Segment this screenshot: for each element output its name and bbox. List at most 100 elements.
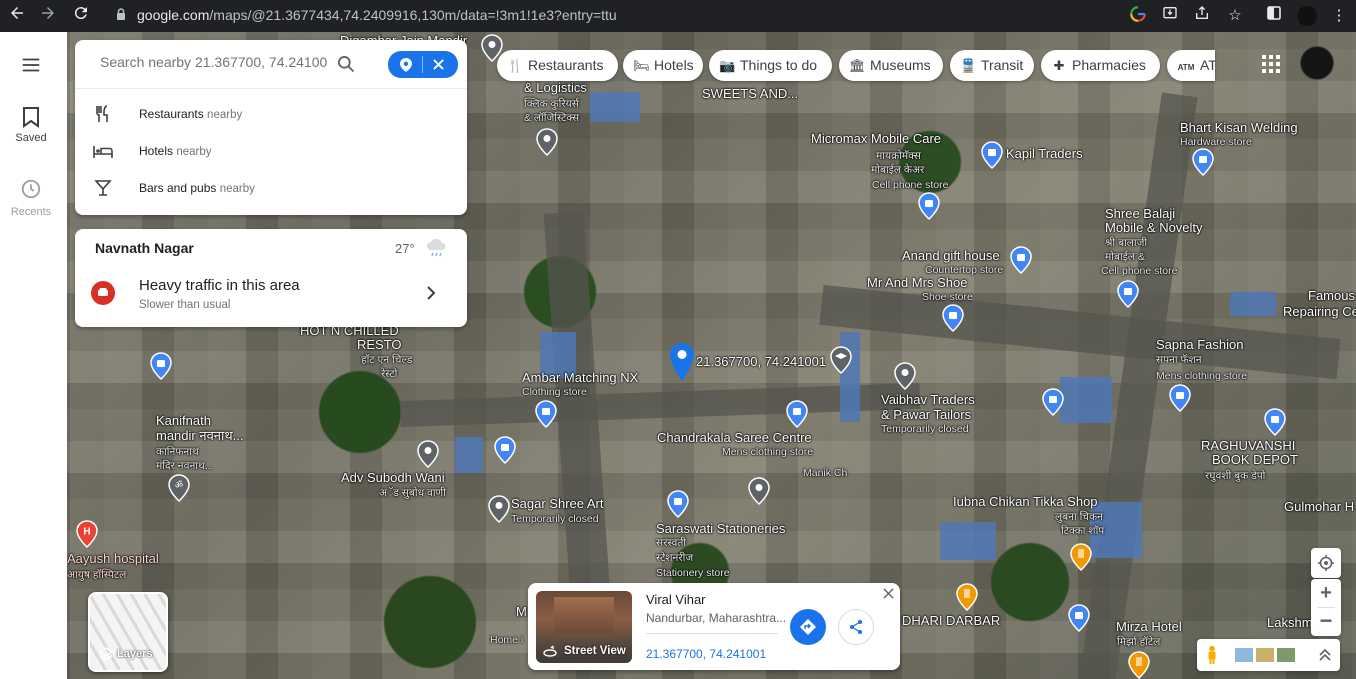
place-label[interactable]: Micromax Mobile Care — [811, 132, 941, 146]
search-icon[interactable] — [336, 54, 356, 74]
close-icon[interactable] — [883, 588, 894, 599]
place-label[interactable]: Saraswati Stationeries — [656, 522, 785, 536]
place-label[interactable]: Kanifnath — [156, 414, 211, 428]
back-arrow-icon[interactable] — [5, 4, 29, 28]
place-label[interactable]: RESTO — [357, 338, 402, 352]
zoom-out-button[interactable]: − — [1311, 608, 1341, 636]
browser-menu-icon[interactable]: ⋮ — [1328, 5, 1350, 27]
restaurant-pin-icon[interactable] — [1070, 543, 1092, 571]
temple-pin-icon[interactable]: ॐ — [168, 474, 190, 502]
shopping-pin-icon[interactable] — [1068, 604, 1090, 632]
shopping-pin-icon[interactable] — [1010, 246, 1032, 274]
place-label[interactable]: Lakshm — [1267, 616, 1313, 630]
place-label[interactable]: Manik Ch — [803, 466, 847, 480]
place-label[interactable]: Anand gift house — [902, 249, 1000, 263]
chip-pharmacies[interactable]: ✚ Pharmacies — [1041, 50, 1160, 81]
shopping-pin-icon[interactable] — [1117, 280, 1139, 308]
shopping-pin-icon[interactable] — [1264, 408, 1286, 436]
place-pin-icon[interactable] — [536, 128, 558, 156]
place-label[interactable]: Mr And Mrs Shoe — [867, 276, 967, 290]
address-bar[interactable]: google.com/maps/@21.3677434,74.2409916,1… — [106, 0, 1116, 32]
shopping-pin-icon[interactable] — [942, 304, 964, 332]
chip-museums[interactable]: 🏛 Museums — [839, 50, 943, 81]
search-input[interactable] — [98, 53, 332, 71]
place-pin-icon[interactable] — [417, 440, 439, 468]
restaurant-pin-icon[interactable] — [1128, 651, 1150, 679]
google-lens-icon[interactable] — [1127, 5, 1149, 27]
shopping-pin-icon[interactable] — [1192, 148, 1214, 176]
shopping-pin-icon[interactable] — [918, 192, 940, 220]
place-label[interactable]: Iubna Chikan Tikka Shop — [953, 495, 1098, 509]
place-label[interactable]: Repairing Ce — [1283, 305, 1356, 319]
place-label[interactable]: Bhart Kisan Welding — [1180, 121, 1298, 135]
restaurant-pin-icon[interactable] — [956, 583, 978, 611]
shopping-pin-icon[interactable] — [667, 490, 689, 518]
zoom-in-button[interactable]: + — [1311, 579, 1341, 607]
close-icon[interactable] — [433, 59, 444, 70]
profile-avatar[interactable] — [1296, 5, 1318, 27]
side-panel-icon[interactable] — [1263, 5, 1285, 27]
place-label[interactable]: & Pawar Tailors — [881, 408, 971, 422]
place-label[interactable]: SWEETS AND... — [702, 87, 798, 101]
school-pin-icon[interactable] — [830, 346, 852, 374]
place-pin-icon[interactable] — [748, 477, 770, 505]
place-label[interactable]: mandir नवनाथ... — [156, 429, 244, 443]
place-label[interactable]: Sapna Fashion — [1156, 338, 1243, 352]
saved-button[interactable]: Saved — [0, 106, 62, 144]
chip-hotels[interactable]: 🛏 Hotels — [623, 50, 703, 81]
layers-button[interactable]: Layers — [88, 592, 168, 672]
pin-icon[interactable] — [399, 57, 413, 73]
directions-button[interactable] — [790, 609, 826, 645]
my-location-button[interactable] — [1311, 548, 1341, 578]
place-coordinates[interactable]: 21.367700, 74.241001 — [646, 647, 766, 661]
chip-restaurants[interactable]: 🍴 Restaurants — [497, 50, 618, 81]
share-button[interactable] — [838, 609, 874, 645]
place-label[interactable]: Chandrakala Saree Centre — [657, 431, 812, 445]
map-type-thumbnail[interactable] — [1256, 648, 1274, 662]
place-label[interactable]: Sagar Shree Art — [511, 497, 604, 511]
chip-atm[interactable]: ATMATI — [1167, 50, 1215, 81]
chip-things-to-do[interactable]: 📷 Things to do — [709, 50, 832, 81]
suggestion-hotels[interactable]: Hotels nearby — [75, 133, 467, 170]
shopping-pin-icon[interactable] — [150, 352, 172, 380]
place-pin-icon[interactable] — [894, 362, 916, 390]
reload-icon[interactable] — [69, 4, 93, 28]
hospital-pin-icon[interactable]: H — [76, 520, 98, 548]
pegman-icon[interactable] — [1205, 645, 1219, 665]
chevron-up-icon[interactable] — [1319, 648, 1331, 662]
install-icon[interactable] — [1159, 5, 1181, 27]
dropped-pin-icon[interactable] — [669, 342, 695, 382]
place-label[interactable]: Shree Balaji — [1105, 207, 1175, 221]
place-label[interactable]: Famous — [1308, 289, 1355, 303]
place-label[interactable]: & Logistics — [524, 81, 587, 95]
map-type-thumbnail[interactable] — [1277, 648, 1295, 662]
place-label[interactable]: Kapil Traders — [1006, 147, 1083, 161]
shopping-pin-icon[interactable] — [786, 400, 808, 428]
place-label[interactable]: Vaibhav Traders — [881, 393, 975, 407]
traffic-row[interactable]: Heavy traffic in this area Slower than u… — [75, 277, 467, 327]
recents-button[interactable]: Recents — [0, 178, 62, 218]
street-view-thumbnail[interactable]: Street View — [536, 591, 632, 663]
apps-grid-icon[interactable] — [1260, 53, 1282, 75]
bookmark-star-icon[interactable]: ☆ — [1224, 5, 1246, 27]
place-label[interactable]: Ambar Matching NX — [522, 371, 638, 385]
place-label[interactable]: Adv Subodh Wani — [341, 471, 445, 485]
chip-transit[interactable]: 🚆 Transit — [950, 50, 1034, 81]
map-type-thumbnail[interactable] — [1235, 648, 1253, 662]
place-label[interactable]: Mirza Hotel — [1116, 620, 1182, 634]
place-label[interactable]: Aayush hospital — [67, 552, 159, 566]
share-icon[interactable] — [1191, 5, 1213, 27]
forward-arrow-icon[interactable] — [36, 4, 60, 28]
suggestion-restaurants[interactable]: Restaurants nearby — [75, 96, 467, 133]
place-label[interactable]: BOOK DEPOT — [1212, 453, 1298, 467]
account-avatar[interactable] — [1300, 46, 1334, 80]
place-pin-icon[interactable] — [488, 495, 510, 523]
place-label[interactable]: RAGHUVANSHI — [1201, 439, 1295, 453]
menu-icon[interactable] — [0, 54, 62, 79]
place-label[interactable]: M — [516, 605, 527, 619]
shopping-pin-icon[interactable] — [981, 141, 1003, 169]
place-label[interactable]: Gulmohar H — [1284, 500, 1354, 514]
shopping-pin-icon[interactable] — [1042, 388, 1064, 416]
place-label[interactable]: DHARI DARBAR — [902, 614, 1000, 628]
suggestion-bars[interactable]: Bars and pubs nearby — [75, 170, 467, 207]
